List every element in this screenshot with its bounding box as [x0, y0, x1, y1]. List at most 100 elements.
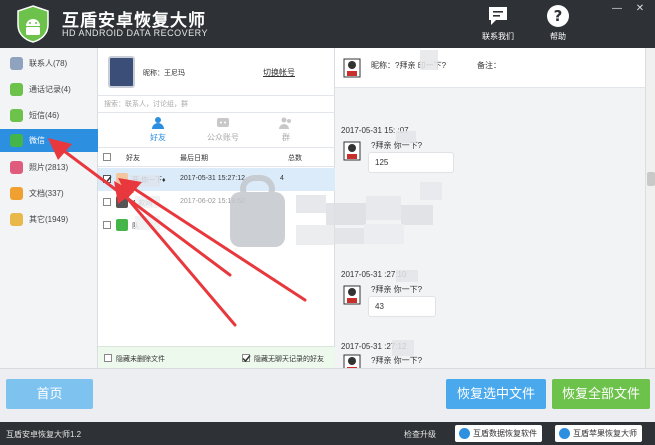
sidebar-item-documents[interactable]: 文档(337) [0, 182, 98, 205]
account-profile: 昵称： 王尼玛 切换帐号 [98, 48, 335, 96]
app-subtitle: HD ANDROID DATA RECOVERY [62, 28, 209, 38]
tab-label: 好友 [150, 133, 166, 142]
action-bar: 首页 恢复选中文件 恢复全部文件 [0, 368, 655, 422]
group-icon [279, 117, 291, 129]
tab-official-accounts[interactable]: 公众账号 [193, 116, 253, 146]
recover-all-button[interactable]: 恢复全部文件 [552, 379, 650, 409]
column-total: 总数 [288, 155, 302, 162]
help-label: 帮助 [550, 32, 566, 41]
product-label: 互盾苹果恢复大师 [573, 429, 637, 438]
photo-icon [10, 161, 23, 174]
column-friend: 好友 [126, 155, 140, 162]
chat-nick-label: 昵称： [371, 61, 395, 70]
message-sender: ?拜亲 你一下? [371, 356, 423, 365]
avatar [116, 196, 128, 208]
product-label: 互盾数据恢复软件 [473, 429, 537, 438]
friend-icon [152, 117, 164, 129]
sidebar-item-label: 文档(337) [29, 189, 64, 198]
android-shield-logo-icon [17, 5, 49, 43]
help-button[interactable]: ? 帮助 [533, 4, 583, 46]
recover-selected-button[interactable]: 恢复选中文件 [446, 379, 546, 409]
filter-options: 隐藏未删除文件 隐藏无聊天记录的好友 [98, 346, 335, 368]
message-timestamp: 2017-05-31 :27:12 [341, 342, 407, 351]
sidebar-item-label: 短信(46) [29, 111, 60, 120]
chat-nick-value: ?拜亲 印一下? [395, 61, 447, 70]
category-sidebar: 联系人(78) 通话记录(4) 短信(46) 微信 照片(2813) 文档(33… [0, 48, 98, 368]
sender-avatar-icon [343, 141, 361, 161]
tab-label: 公众账号 [207, 133, 239, 142]
svg-text:?: ? [554, 7, 563, 25]
chat-scrollbar[interactable] [645, 48, 655, 368]
check-icon [103, 176, 112, 184]
sms-icon [10, 109, 23, 122]
sidebar-item-label: 通话记录(4) [29, 85, 71, 94]
friend-name: A 款网 [132, 200, 153, 207]
hide-deleted-checkbox[interactable] [104, 354, 112, 362]
nickname-value: 王尼玛 [164, 70, 185, 77]
sidebar-item-label: 其它(1949) [29, 215, 69, 224]
phone-device-icon [108, 56, 135, 88]
table-row[interactable]: 队 [98, 214, 335, 237]
wechat-friend-panel: 昵称： 王尼玛 切换帐号 搜索：联系人，讨论组，群 好友 公众账号 群 好友 最… [98, 48, 335, 368]
avatar [116, 173, 128, 185]
message-timestamp: 2017-05-31 15: :07 [341, 126, 409, 135]
sidebar-item-other[interactable]: 其它(1949) [0, 208, 98, 231]
tab-friends[interactable]: 好友 [128, 116, 188, 146]
iphone-recovery-product-button[interactable]: 互盾苹果恢复大师 [555, 425, 642, 442]
chat-note-label: 备注： [477, 61, 501, 70]
row-checkbox[interactable] [103, 221, 111, 229]
scrollbar-thumb[interactable] [647, 172, 655, 186]
switch-account-link[interactable]: 切换帐号 [263, 67, 295, 78]
chat-panel: 昵称： ?拜亲 印一下? 备注： 2017-05-31 15: :07 ?拜亲 … [335, 48, 645, 374]
close-button[interactable]: ✕ [634, 4, 646, 14]
column-last-date: 最后日期 [180, 155, 208, 162]
friend-total: 4 [280, 175, 284, 182]
select-all-checkbox[interactable] [103, 153, 111, 161]
data-recovery-product-button[interactable]: 互盾数据恢复软件 [455, 425, 542, 442]
sidebar-item-label: 联系人(78) [29, 59, 68, 68]
document-icon [10, 187, 23, 200]
friend-type-tabs: 好友 公众账号 群 [98, 113, 335, 147]
check-icon [242, 355, 251, 363]
friend-table-header: 好友 最后日期 总数 [98, 147, 335, 167]
contact-avatar-icon [343, 58, 361, 78]
message-timestamp: 2017-05-31 :27:10 [341, 270, 407, 279]
minimize-button[interactable]: — [611, 4, 623, 14]
sidebar-item-wechat[interactable]: 微信 [0, 129, 98, 152]
message-sender: ?拜亲 你一下? [371, 285, 423, 294]
avatar [116, 219, 128, 231]
home-button[interactable]: 首页 [6, 379, 93, 409]
tab-label: 群 [282, 133, 290, 142]
sidebar-item-call-log[interactable]: 通话记录(4) [0, 78, 98, 101]
friend-name: 队 [132, 223, 139, 230]
search-input[interactable]: 搜索：联系人，讨论组，群 [98, 96, 335, 113]
hide-deleted-label: 隐藏未删除文件 [116, 356, 165, 363]
sidebar-item-label: 照片(2813) [29, 163, 69, 172]
sidebar-item-contacts[interactable]: 联系人(78) [0, 52, 98, 75]
message-bubble: 125 [368, 152, 454, 173]
contact-us-label: 联系我们 [482, 32, 514, 41]
friend-name: 开 你一下♦ [132, 177, 166, 184]
contact-us-button[interactable]: 联系我们 [473, 4, 523, 46]
product-logo-icon [559, 428, 570, 439]
other-icon [10, 213, 23, 226]
official-account-icon [217, 118, 229, 127]
message-sender: ?拜亲 你一下? [371, 141, 423, 150]
phone-icon [10, 83, 23, 96]
hide-no-chat-label: 隐藏无聊天记录的好友 [254, 356, 324, 363]
tab-groups[interactable]: 群 [256, 116, 316, 146]
sidebar-item-photos[interactable]: 照片(2813) [0, 156, 98, 179]
chat-messages: 2017-05-31 15: :07 ?拜亲 你一下? 125 2017-05-… [335, 88, 645, 374]
help-icon: ? [547, 5, 569, 27]
product-logo-icon [459, 428, 470, 439]
table-row[interactable]: 开 你一下♦ 2017-05-31 15:27:12 4 [98, 168, 335, 191]
nickname-label: 昵称： [143, 70, 164, 77]
chat-bubble-icon [489, 7, 507, 25]
version-label: 互盾安卓恢复大师1.2 [6, 430, 82, 439]
row-checkbox[interactable] [103, 198, 111, 206]
sidebar-item-sms[interactable]: 短信(46) [0, 104, 98, 127]
table-row[interactable]: A 款网 2017-06-02 15:19:52 [98, 191, 335, 214]
check-update-link[interactable]: 检查升级 [404, 429, 436, 440]
contacts-icon [10, 57, 23, 70]
chat-header: 昵称： ?拜亲 印一下? 备注： [335, 48, 645, 88]
